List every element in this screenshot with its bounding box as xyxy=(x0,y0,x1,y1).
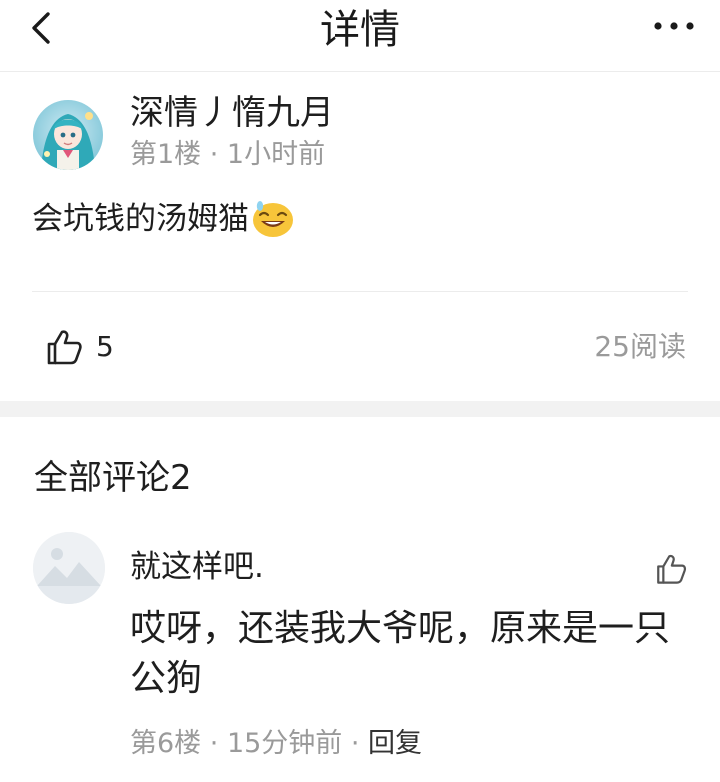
read-count: 25阅读 xyxy=(594,330,686,363)
commenter-avatar[interactable] xyxy=(33,532,105,604)
section-separator xyxy=(0,401,720,417)
meta-separator: · xyxy=(201,728,227,759)
more-button[interactable] xyxy=(652,16,696,36)
thumbs-up-icon xyxy=(657,554,687,584)
comment-time: 15分钟前 xyxy=(226,728,343,759)
commenter-name[interactable]: 就这样吧. xyxy=(130,546,264,588)
poster-avatar[interactable] xyxy=(33,100,103,170)
comment-like-button[interactable] xyxy=(654,552,688,586)
more-dots-icon xyxy=(654,22,694,30)
page-title: 详情 xyxy=(320,7,400,53)
meta-separator: · xyxy=(342,728,369,759)
grinning-sweat-emoji xyxy=(251,199,295,239)
anime-avatar-image xyxy=(33,100,103,170)
post-card: 深情丿惰九月 第1楼 · 1小时前 会坑钱的汤姆猫 5 25阅读 xyxy=(0,73,720,401)
post-like-count: 5 xyxy=(96,330,114,363)
poster-name[interactable]: 深情丿惰九月 xyxy=(130,91,334,135)
image-placeholder-icon xyxy=(33,532,105,604)
post-like-button[interactable]: 5 xyxy=(44,327,114,367)
comment-meta: 第6楼 · 15分钟前 · 回复 xyxy=(130,726,422,762)
comments-header: 全部评论2 xyxy=(34,458,192,498)
comment-floor: 第6楼 xyxy=(130,728,202,759)
post-divider xyxy=(32,291,688,292)
comment-text: 哎呀，还装我大爷呢，原来是一只公狗 xyxy=(130,608,671,699)
thumbs-up-icon xyxy=(47,330,82,365)
post-meta: 第1楼 · 1小时前 xyxy=(130,139,326,170)
reply-button[interactable]: 回复 xyxy=(368,726,422,762)
comment-item: 就这样吧. 哎呀，还装我大爷呢，原来是一只公狗 第6楼 · 15分钟前 · 回复 xyxy=(0,530,720,782)
post-text: 会坑钱的汤姆猫 xyxy=(32,201,249,237)
post-content: 会坑钱的汤姆猫 xyxy=(32,198,295,240)
top-bar: 详情 xyxy=(0,0,720,72)
